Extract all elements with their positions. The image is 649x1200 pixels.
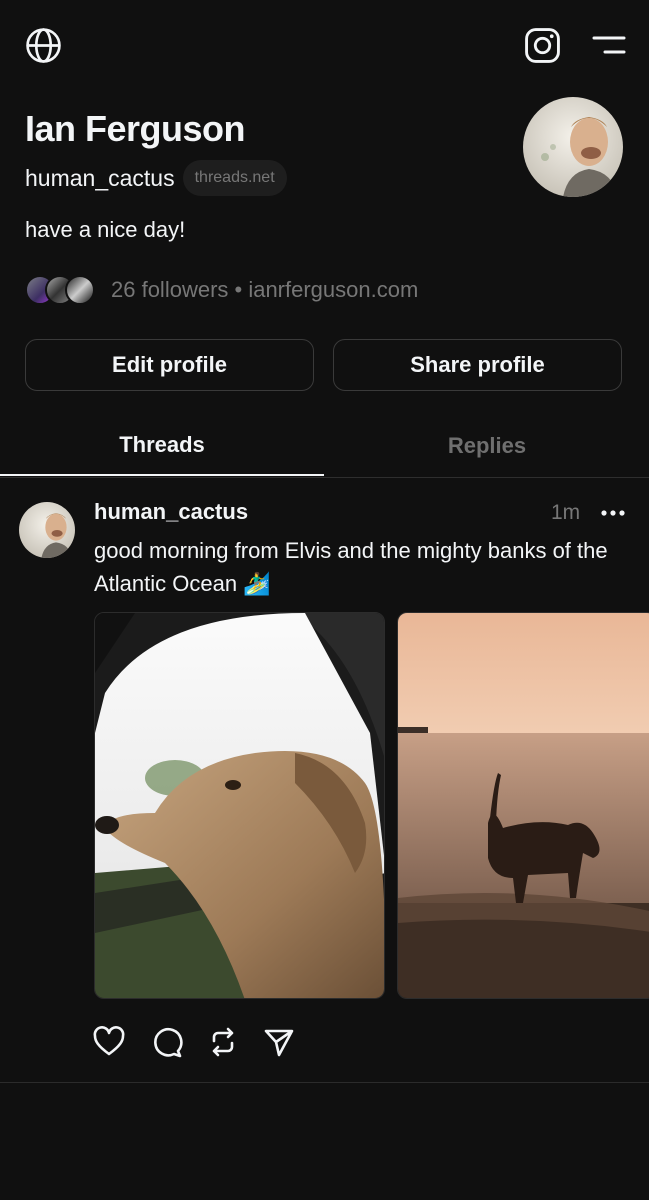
follower-avatar (65, 275, 95, 305)
more-options-icon[interactable] (600, 503, 626, 523)
top-bar (0, 0, 649, 90)
post-actions (92, 1025, 312, 1061)
heart-icon[interactable] (92, 1025, 126, 1059)
tab-threads[interactable]: Threads (0, 416, 324, 476)
domain-badge[interactable]: threads.net (182, 160, 287, 196)
profile-avatar[interactable] (523, 97, 623, 197)
comment-icon[interactable] (149, 1025, 183, 1059)
post-avatar[interactable] (19, 502, 75, 558)
edit-profile-button[interactable]: Edit profile (25, 339, 314, 391)
post-username[interactable]: human_cactus (94, 499, 248, 525)
post-photo-dog-car[interactable] (94, 612, 385, 999)
handle-row: human_cactus threads.net (25, 158, 287, 198)
share-profile-button[interactable]: Share profile (333, 339, 622, 391)
post-timestamp: 1m (551, 501, 581, 524)
profile-tabs: Threads Replies (0, 416, 649, 478)
profile-name: Ian Ferguson (25, 108, 246, 149)
followers-text: 26 followers • ianrferguson.com (111, 277, 419, 302)
repost-icon[interactable] (206, 1025, 240, 1059)
instagram-icon[interactable] (524, 27, 561, 64)
post-divider (0, 1082, 649, 1083)
post-photo-dog-beach[interactable] (397, 612, 649, 999)
send-icon[interactable] (262, 1025, 296, 1059)
followers-row[interactable]: 26 followers • ianrferguson.com (25, 273, 418, 307)
profile-bio: have a nice day! (25, 217, 186, 242)
tab-replies[interactable]: Replies (325, 416, 649, 476)
post-text: good morning from Elvis and the mighty b… (94, 538, 608, 596)
menu-icon[interactable] (591, 33, 627, 57)
profile-handle: human_cactus (25, 164, 175, 191)
globe-icon[interactable] (25, 27, 62, 64)
